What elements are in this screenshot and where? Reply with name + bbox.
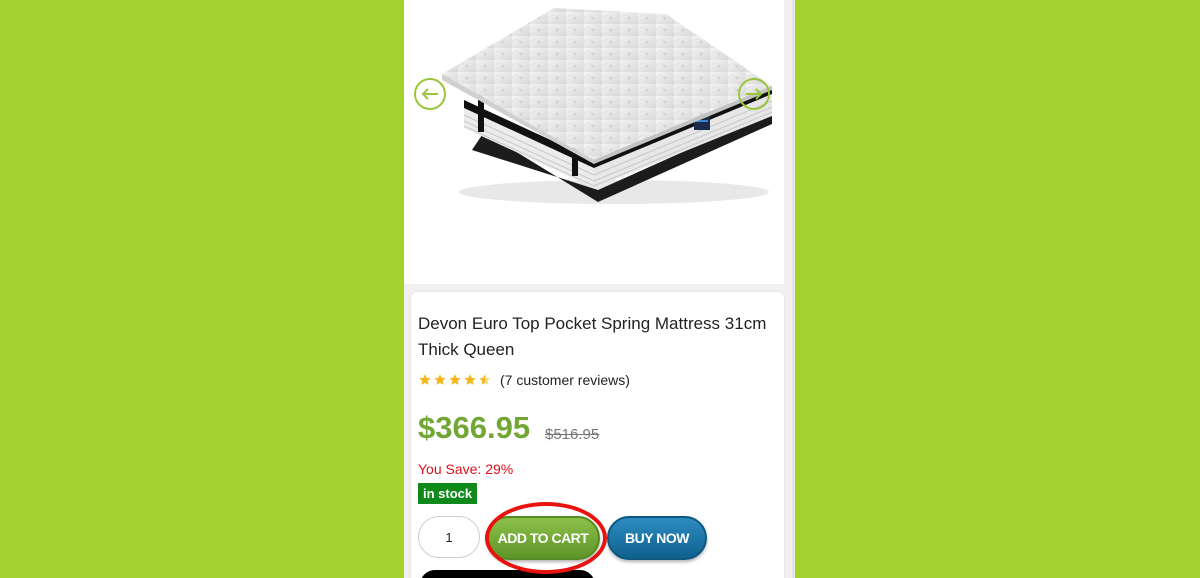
quantity-input[interactable] bbox=[418, 516, 480, 558]
buy-now-button[interactable]: BUY NOW bbox=[607, 516, 707, 560]
arrow-left-icon[interactable] bbox=[414, 78, 446, 110]
product-title: Devon Euro Top Pocket Spring Mattress 31… bbox=[418, 314, 767, 359]
star-rating bbox=[418, 373, 492, 387]
star-icon bbox=[434, 374, 446, 385]
savings-text: You Save: 29% bbox=[418, 461, 514, 477]
star-icon bbox=[449, 374, 461, 385]
product-info-card: Devon Euro Top Pocket Spring Mattress 31… bbox=[411, 292, 784, 578]
original-price: $516.95 bbox=[545, 426, 600, 443]
star-icon bbox=[464, 374, 476, 385]
product-gallery bbox=[404, 0, 784, 284]
mattress-image bbox=[442, 8, 773, 204]
add-to-cart-button[interactable]: ADD TO CART bbox=[486, 516, 600, 560]
stock-badge: in stock bbox=[418, 483, 478, 504]
product-page-column: Devon Euro Top Pocket Spring Mattress 31… bbox=[404, 0, 795, 578]
current-price: $366.95 bbox=[418, 410, 531, 445]
star-icon bbox=[419, 374, 431, 385]
half-star-icon bbox=[479, 374, 491, 385]
arrow-right-icon[interactable] bbox=[738, 78, 770, 110]
rating-row: (7 customer reviews) bbox=[418, 371, 630, 389]
reviews-link[interactable]: (7 customer reviews) bbox=[500, 372, 630, 388]
secondary-button[interactable] bbox=[420, 570, 595, 578]
